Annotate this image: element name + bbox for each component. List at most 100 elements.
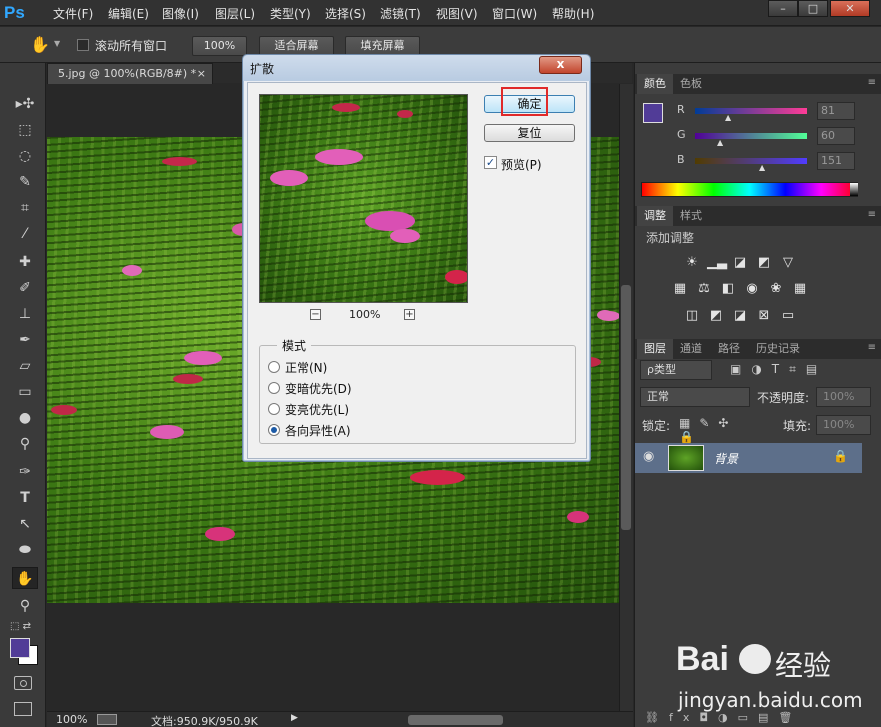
dialog-close-button[interactable]: x: [539, 56, 582, 74]
minimize-button[interactable]: –: [768, 0, 798, 17]
layer-filter-icons[interactable]: ▣◑T⌗▤: [730, 362, 870, 378]
brightness-icon[interactable]: ☀: [683, 255, 701, 271]
blur-tool-icon[interactable]: ●: [14, 407, 36, 429]
menu-edit[interactable]: 编辑(E): [108, 5, 149, 22]
threshold-icon[interactable]: ◪: [731, 308, 749, 324]
curves-icon[interactable]: ◪: [731, 255, 749, 271]
healing-brush-tool-icon[interactable]: ✚: [14, 251, 36, 273]
eye-icon[interactable]: ◉: [643, 449, 654, 464]
menu-help[interactable]: 帮助(H): [552, 5, 594, 22]
zoom-tool-icon[interactable]: ⚲: [14, 595, 36, 617]
zoom-out-button[interactable]: −: [310, 309, 321, 320]
mode-lighten-radio[interactable]: [268, 403, 280, 415]
tab-paths[interactable]: 路径: [711, 339, 747, 359]
crop-tool-icon[interactable]: ⌗: [14, 197, 36, 219]
fill-screen-button[interactable]: 填充屏幕: [345, 36, 420, 56]
pen-tool-icon[interactable]: ✑: [14, 461, 36, 483]
layer-filter-kind-select[interactable]: ρ类型: [640, 360, 712, 380]
opacity-input[interactable]: 100%: [816, 387, 871, 407]
gradient-map-icon[interactable]: ▭: [779, 308, 797, 324]
tab-styles[interactable]: 样式: [673, 206, 709, 226]
vertical-scroll-thumb[interactable]: [621, 285, 631, 530]
dialog-titlebar[interactable]: 扩散 x: [243, 55, 590, 81]
dodge-tool-icon[interactable]: ⚲: [14, 433, 36, 455]
color-balance-icon[interactable]: ⚖: [695, 281, 713, 297]
color-lookup-icon[interactable]: ▦: [791, 281, 809, 297]
status-zoom[interactable]: 100%: [56, 713, 87, 726]
close-window-button[interactable]: ✕: [830, 0, 870, 17]
color-foreground-swatch[interactable]: [643, 103, 663, 123]
clone-stamp-tool-icon[interactable]: ⊥: [14, 303, 36, 325]
black-white-icon[interactable]: ◧: [719, 281, 737, 297]
lasso-tool-icon[interactable]: ◌: [14, 145, 36, 167]
layer-name[interactable]: 背景: [714, 450, 738, 467]
screen-mode-icon[interactable]: [14, 702, 32, 716]
menu-layer[interactable]: 图层(L): [215, 5, 255, 22]
panel-menu-icon[interactable]: ≡: [868, 209, 876, 220]
mode-darken-radio[interactable]: [268, 382, 280, 394]
horizontal-scroll-thumb[interactable]: [408, 715, 503, 725]
hand-tool-active-icon[interactable]: ✋: [12, 567, 38, 589]
levels-icon[interactable]: ▁▃: [707, 255, 727, 271]
reset-button[interactable]: 复位: [484, 124, 575, 142]
menu-select[interactable]: 选择(S): [325, 5, 366, 22]
tab-swatches[interactable]: 色板: [673, 74, 709, 94]
quick-select-tool-icon[interactable]: ✎: [14, 171, 36, 193]
channel-mixer-icon[interactable]: ❀: [767, 281, 785, 297]
brush-tool-icon[interactable]: ✐: [14, 277, 36, 299]
marquee-tool-icon[interactable]: ⬚: [14, 119, 36, 141]
menu-filter[interactable]: 滤镜(T): [380, 5, 421, 22]
menu-image[interactable]: 图像(I): [162, 5, 199, 22]
document-tab[interactable]: 5.jpg @ 100%(RGB/8#) * ×: [47, 63, 213, 84]
move-tool-icon[interactable]: ▸✣: [14, 93, 36, 115]
tab-color[interactable]: 颜色: [637, 74, 673, 94]
blue-value-input[interactable]: 151: [817, 152, 855, 170]
green-slider-handle-icon[interactable]: ▲: [717, 138, 723, 147]
mode-normal-radio[interactable]: [268, 361, 280, 373]
zoom-in-button[interactable]: +: [404, 309, 415, 320]
layer-row-background[interactable]: ◉ 背景 🔒: [635, 443, 862, 473]
foreground-color-swatch[interactable]: [10, 638, 30, 658]
fill-input[interactable]: 100%: [816, 415, 871, 435]
blend-mode-select[interactable]: 正常: [640, 387, 750, 407]
eraser-tool-icon[interactable]: ▱: [14, 355, 36, 377]
selective-color-icon[interactable]: ⊠: [755, 308, 773, 324]
tab-history[interactable]: 历史记录: [749, 339, 807, 359]
menu-window[interactable]: 窗口(W): [492, 5, 537, 22]
menu-type[interactable]: 类型(Y): [270, 5, 311, 22]
maximize-button[interactable]: □: [798, 0, 828, 17]
hand-tool-icon[interactable]: ✋: [30, 35, 50, 55]
exposure-icon[interactable]: ◩: [755, 255, 773, 271]
posterize-icon[interactable]: ◩: [707, 308, 725, 324]
lock-icons[interactable]: ▦✎✣🔒: [679, 416, 759, 444]
green-value-input[interactable]: 60: [817, 127, 855, 145]
quick-mask-icon[interactable]: [14, 676, 32, 690]
status-menu-arrow-icon[interactable]: ▶: [291, 713, 298, 723]
gradient-tool-icon[interactable]: ▭: [14, 381, 36, 403]
menu-file[interactable]: 文件(F): [53, 5, 93, 22]
scroll-all-windows-checkbox[interactable]: [77, 39, 89, 51]
invert-icon[interactable]: ◫: [683, 308, 701, 324]
ellipse-tool-icon[interactable]: ⬬: [14, 539, 36, 561]
path-select-tool-icon[interactable]: ↖: [14, 513, 36, 535]
document-tab-close-icon[interactable]: ×: [197, 64, 206, 83]
eyedropper-tool-icon[interactable]: ⁄: [14, 223, 36, 245]
color-spectrum-bar[interactable]: [641, 182, 858, 197]
red-slider-handle-icon[interactable]: ▲: [725, 113, 731, 122]
fit-screen-button[interactable]: 适合屏幕: [259, 36, 334, 56]
preview-checkbox[interactable]: ✓: [484, 156, 497, 169]
filter-preview[interactable]: [259, 94, 468, 303]
swap-colors-icon[interactable]: ⬚ ⇄: [10, 621, 31, 632]
tab-channels[interactable]: 通道: [673, 339, 709, 359]
panel-menu-icon[interactable]: ≡: [868, 77, 876, 88]
blue-slider-handle-icon[interactable]: ▲: [759, 163, 765, 172]
menu-view[interactable]: 视图(V): [436, 5, 478, 22]
type-tool-icon[interactable]: T: [14, 487, 36, 509]
photo-filter-icon[interactable]: ◉: [743, 281, 761, 297]
tab-adjustments[interactable]: 调整: [637, 206, 673, 226]
zoom-100-button[interactable]: 100%: [192, 36, 247, 56]
red-value-input[interactable]: 81: [817, 102, 855, 120]
tab-layers[interactable]: 图层: [637, 339, 673, 359]
panel-menu-icon[interactable]: ≡: [868, 342, 876, 353]
history-brush-tool-icon[interactable]: ✒: [14, 329, 36, 351]
